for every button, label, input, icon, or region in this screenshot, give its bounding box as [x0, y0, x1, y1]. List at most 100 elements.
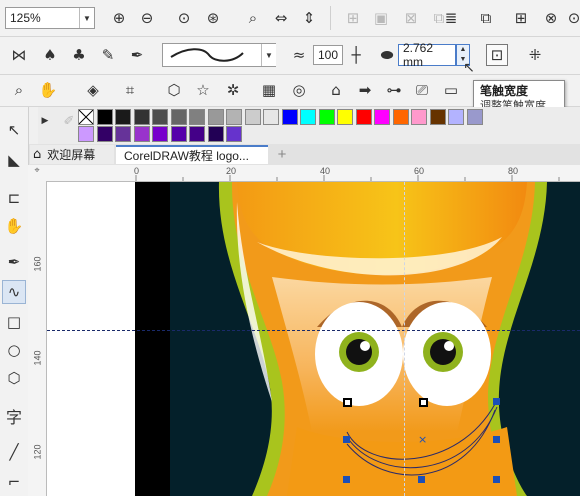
- palette-swatch[interactable]: [374, 109, 390, 125]
- path-node[interactable]: [343, 398, 352, 407]
- calligraphic-icon[interactable]: ✒: [126, 44, 148, 66]
- guideline-horizontal[interactable]: [47, 330, 580, 331]
- palette-swatch[interactable]: [170, 109, 187, 125]
- artistic-media-tool-icon[interactable]: ∿: [2, 280, 26, 304]
- pen-tool-icon[interactable]: ✒: [2, 250, 26, 274]
- connector-tool-icon[interactable]: ⌐: [2, 470, 26, 494]
- rectangle-tool-icon[interactable]: □: [2, 310, 26, 334]
- polygon-tool-icon[interactable]: ⬡: [2, 366, 26, 390]
- palette-swatch[interactable]: [152, 126, 168, 142]
- complex-star-icon[interactable]: ✲: [222, 79, 244, 101]
- palette-swatch[interactable]: [355, 109, 372, 125]
- arrange-icon[interactable]: ⊞: [510, 7, 532, 29]
- zoom-to-page-icon[interactable]: ⊙: [173, 7, 195, 29]
- palette-swatch[interactable]: [226, 109, 242, 125]
- mirror-horizontal-icon[interactable]: ⋈: [8, 44, 30, 66]
- smoothing-slider-icon[interactable]: ┼: [345, 44, 367, 66]
- group-icon[interactable]: ▣: [370, 7, 392, 29]
- tab-add-button[interactable]: +: [274, 145, 290, 164]
- drawing-canvas[interactable]: ×: [47, 182, 580, 496]
- shape-tool-icon[interactable]: ◣: [2, 148, 26, 172]
- palette-swatch[interactable]: [207, 126, 224, 142]
- text-align-icon[interactable]: ≣: [440, 7, 462, 29]
- palette-swatch[interactable]: [115, 126, 131, 142]
- to-front-icon[interactable]: ⧉: [475, 7, 497, 29]
- palette-swatch[interactable]: [392, 109, 409, 125]
- selection-handle-top-right[interactable]: [493, 398, 500, 405]
- stroke-preset-select[interactable]: [162, 43, 276, 67]
- palette-swatch[interactable]: [133, 126, 150, 142]
- palette-swatch[interactable]: [189, 126, 205, 142]
- zoom-dropdown-arrow[interactable]: ▼: [79, 8, 94, 28]
- edit-object-icon[interactable]: ⊡: [486, 44, 508, 66]
- ruler-corner[interactable]: ⌖: [28, 165, 47, 182]
- zoom-width-icon[interactable]: ⇔: [270, 7, 292, 29]
- fill-icon[interactable]: ◈: [82, 79, 104, 101]
- pan-tool-icon[interactable]: ✋: [2, 214, 26, 238]
- options-icon[interactable]: ⊙: [563, 7, 580, 29]
- smoothing-field[interactable]: 100: [313, 45, 343, 65]
- palette-swatch[interactable]: [115, 109, 131, 125]
- palette-swatch[interactable]: [133, 109, 150, 125]
- line-tool-icon[interactable]: ╱: [2, 440, 26, 464]
- ellipse-tool-icon[interactable]: ○: [2, 338, 26, 362]
- star-icon[interactable]: ☆: [192, 79, 214, 101]
- arrow-shapes-icon[interactable]: ➡: [354, 79, 376, 101]
- palette-swatch[interactable]: [300, 109, 316, 125]
- smoothing-icon[interactable]: ≈: [288, 44, 310, 66]
- palette-swatch[interactable]: [152, 109, 168, 125]
- search-icon[interactable]: ⌕: [8, 79, 30, 101]
- palette-swatch[interactable]: [337, 109, 353, 125]
- selection-handle-left[interactable]: [343, 436, 350, 443]
- palette-swatch[interactable]: [411, 109, 427, 125]
- polygon-icon[interactable]: ⬡: [163, 79, 185, 101]
- guideline-vertical[interactable]: [404, 182, 405, 496]
- callout-icon[interactable]: ▭: [440, 79, 462, 101]
- ruler-left[interactable]: 160 140 120: [28, 181, 47, 496]
- palette-swatch[interactable]: [207, 109, 224, 125]
- basic-shapes-icon[interactable]: ⌂: [325, 79, 347, 101]
- palette-swatch[interactable]: [244, 109, 261, 125]
- flowchart-icon[interactable]: ⊶: [383, 79, 405, 101]
- palette-swatch[interactable]: [189, 109, 205, 125]
- spiral-icon[interactable]: ◎: [288, 79, 310, 101]
- palette-swatch[interactable]: [318, 109, 335, 125]
- crop-tool-icon[interactable]: ⊏: [2, 186, 26, 210]
- pick-tool-icon[interactable]: ↖: [2, 118, 26, 142]
- pan-icon[interactable]: ✋: [37, 79, 59, 101]
- palette-swatch[interactable]: [466, 109, 483, 125]
- selection-center-icon[interactable]: ×: [418, 433, 427, 446]
- ruler-top[interactable]: 0 20 40 60 80: [46, 165, 580, 182]
- palette-swatch[interactable]: [281, 109, 298, 125]
- palette-swatch[interactable]: [170, 126, 187, 142]
- selection-handle-bottom-left[interactable]: [343, 476, 350, 483]
- palette-swatch[interactable]: [96, 109, 113, 125]
- brush-icon[interactable]: ♣: [68, 44, 90, 66]
- palette-swatch[interactable]: [78, 126, 94, 142]
- selection-handle-bottom-right[interactable]: [493, 476, 500, 483]
- palette-scroll-icon[interactable]: ▶: [38, 110, 52, 132]
- zoom-in-icon[interactable]: ⊕: [108, 7, 130, 29]
- selection-handle-bottom-center[interactable]: [418, 476, 425, 483]
- snap-icon[interactable]: ⊗: [540, 7, 562, 29]
- tab-document[interactable]: CorelDRAW教程 logo...: [116, 145, 268, 164]
- selection-handle-right[interactable]: [493, 436, 500, 443]
- palette-swatch[interactable]: [96, 126, 113, 142]
- sprayer-icon[interactable]: ✎: [97, 44, 119, 66]
- pick-page-icon[interactable]: ⌕: [242, 7, 264, 29]
- grid-icon[interactable]: ⌗: [119, 79, 141, 101]
- eyedropper-icon[interactable]: ✐: [58, 110, 80, 132]
- banner-icon[interactable]: ⎚: [411, 79, 433, 101]
- zoom-to-selection-icon[interactable]: ⊛: [202, 7, 224, 29]
- align-icon[interactable]: ⊞: [342, 7, 364, 29]
- nib-width-field[interactable]: 2.762 mm: [398, 41, 456, 69]
- path-node[interactable]: [419, 398, 428, 407]
- zoom-height-icon[interactable]: ⇕: [298, 7, 320, 29]
- table-icon[interactable]: ▦: [258, 79, 280, 101]
- text-tool-icon[interactable]: 字: [2, 404, 26, 428]
- ungroup-icon[interactable]: ⊠: [400, 7, 422, 29]
- tab-welcome[interactable]: ⌂ 欢迎屏幕: [30, 145, 114, 164]
- palette-swatch[interactable]: [429, 109, 446, 125]
- no-color-swatch[interactable]: [78, 109, 94, 125]
- palette-swatch[interactable]: [448, 109, 464, 125]
